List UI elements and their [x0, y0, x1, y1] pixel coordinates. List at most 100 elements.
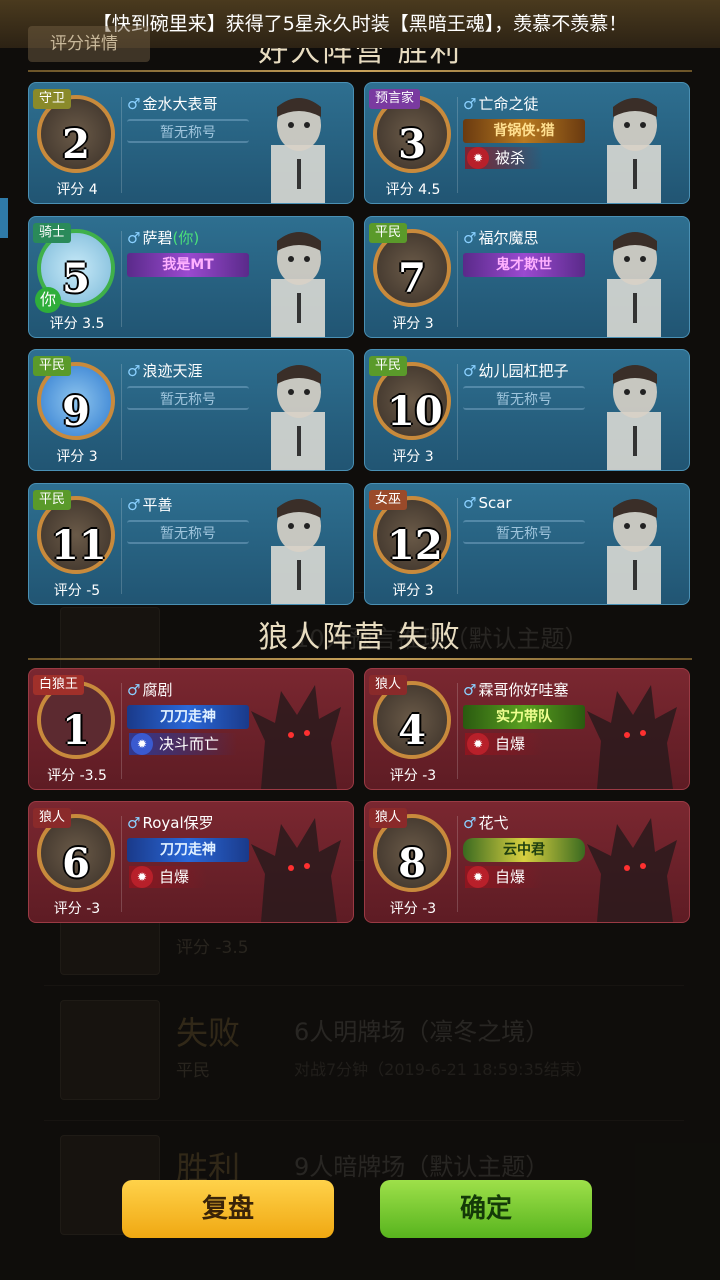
card-separator	[457, 816, 458, 912]
score-label: 评分	[392, 583, 421, 599]
player-name-text: 福尔魔思	[478, 229, 539, 247]
player-name-text: 霖哥你好哇塞	[478, 681, 569, 699]
player-name: ♂ Scar	[463, 494, 512, 512]
card-separator	[121, 231, 122, 327]
player-card[interactable]: 平民 9 评分 3 ♂ 浪迹天涯 暂无称号	[28, 349, 354, 471]
death-label: 自爆	[495, 868, 526, 886]
death-icon: ✹	[467, 866, 489, 888]
role-tag: 平民	[369, 356, 408, 376]
card-separator	[121, 364, 122, 460]
player-title-badge: 刀刀走神	[127, 705, 249, 729]
confirm-button[interactable]: 确定	[380, 1180, 592, 1238]
player-card[interactable]: 骑士 5 你评分 3.5 ♂ 萨碧(你) 我是MT	[28, 216, 354, 338]
player-name-text: 花弋	[478, 814, 509, 832]
player-card[interactable]: 平民 10 评分 3 ♂ 幼儿园杠把子 暂无称号	[364, 349, 690, 471]
player-card[interactable]: 狼人 8 评分 -3 ♂ 花弋 云中君 ✹ 自爆	[364, 801, 690, 923]
you-badge: 你	[35, 287, 61, 313]
score-label: 评分	[392, 316, 421, 332]
card-separator	[457, 683, 458, 779]
seat-number: 3	[398, 121, 426, 168]
male-icon: ♂	[127, 814, 141, 832]
side-edge-tab[interactable]	[0, 198, 8, 238]
player-score: 评分 -3	[365, 898, 461, 918]
role-portrait-image	[577, 486, 685, 604]
score-value: 3	[424, 583, 434, 599]
player-score: 评分 3	[29, 446, 125, 466]
player-card[interactable]: 白狼王 1 评分 -3.5 ♂ 腐剧 刀刀走神 ✹ 决斗而亡	[28, 668, 354, 790]
male-icon: ♂	[127, 681, 141, 699]
death-icon: ✹	[467, 733, 489, 755]
role-portrait-image	[577, 352, 685, 470]
seat-number: 7	[398, 255, 426, 302]
score-value: 4.5	[418, 182, 441, 198]
player-card[interactable]: 狼人 6 评分 -3 ♂ Royal保罗 刀刀走神 ✹ 自爆	[28, 801, 354, 923]
good-camp-divider	[28, 70, 692, 72]
player-score: 评分 3	[365, 313, 461, 333]
score-label: 评分	[56, 449, 85, 465]
player-score: 评分 3.5	[29, 313, 125, 333]
player-score: 评分 3	[365, 580, 461, 600]
player-card[interactable]: 女巫 12 评分 3 ♂ Scar 暂无称号	[364, 483, 690, 605]
player-name: ♂ 幼儿园杠把子	[463, 360, 568, 381]
role-portrait-image	[577, 671, 685, 789]
player-name-text: 金水大表哥	[142, 95, 218, 113]
card-separator	[457, 364, 458, 460]
role-tag: 狼人	[369, 808, 408, 828]
player-name-text: Royal保罗	[142, 814, 214, 832]
male-icon: ♂	[463, 362, 477, 380]
score-detail-tab[interactable]: 评分详情	[28, 26, 150, 62]
player-title-badge: 背锅侠·猎	[463, 119, 585, 143]
player-name-text: 腐剧	[142, 681, 173, 699]
role-tag: 守卫	[33, 89, 72, 109]
player-card[interactable]: 平民 7 评分 3 ♂ 福尔魔思 鬼才欺世	[364, 216, 690, 338]
death-label: 被杀	[495, 149, 526, 167]
player-name: ♂ 霖哥你好哇塞	[463, 679, 568, 700]
score-label: 评分	[385, 182, 414, 198]
score-label: 评分	[47, 768, 76, 784]
player-name-text: 平善	[142, 496, 173, 514]
male-icon: ♂	[127, 95, 141, 113]
male-icon: ♂	[463, 814, 477, 832]
score-label: 评分	[389, 901, 418, 917]
seat-number: 8	[398, 840, 426, 887]
seat-number: 2	[62, 121, 90, 168]
player-name-text: Scar	[478, 494, 512, 512]
player-name: ♂ 福尔魔思	[463, 227, 538, 248]
card-separator	[121, 498, 122, 594]
player-name: ♂ 亡命之徒	[463, 93, 538, 114]
player-score: 评分 -3.5	[29, 765, 125, 785]
seat-number: 11	[51, 522, 107, 569]
wolf-camp-divider	[28, 658, 692, 660]
role-portrait-image	[241, 219, 349, 337]
death-icon: ✹	[131, 866, 153, 888]
player-name-text: 浪迹天涯	[142, 362, 203, 380]
replay-button[interactable]: 复盘	[122, 1180, 334, 1238]
player-name: ♂ 花弋	[463, 812, 508, 833]
role-portrait-image	[241, 671, 349, 789]
player-score: 评分 4.5	[365, 179, 461, 199]
card-separator	[457, 498, 458, 594]
score-label: 评分	[49, 316, 78, 332]
player-card[interactable]: 守卫 2 评分 4 ♂ 金水大表哥 暂无称号	[28, 82, 354, 204]
death-icon: ✹	[131, 733, 153, 755]
player-title-badge: 暂无称号	[463, 520, 585, 544]
player-title-badge: 暂无称号	[127, 520, 249, 544]
role-tag: 骑士	[33, 223, 72, 243]
role-tag: 狼人	[369, 675, 408, 695]
player-card[interactable]: 平民 11 评分 -5 ♂ 平善 暂无称号	[28, 483, 354, 605]
role-portrait-image	[577, 85, 685, 203]
role-tag: 平民	[369, 223, 408, 243]
male-icon: ♂	[127, 229, 141, 247]
player-name: ♂ 浪迹天涯	[127, 360, 202, 381]
player-name-text: 幼儿园杠把子	[478, 362, 569, 380]
score-label: 评分	[53, 901, 82, 917]
role-tag: 白狼王	[33, 675, 85, 695]
player-card[interactable]: 预言家 3 评分 4.5 ♂ 亡命之徒 背锅侠·猎 ✹ 被杀	[364, 82, 690, 204]
male-icon: ♂	[463, 494, 477, 512]
death-status: ✹ 自爆	[465, 866, 544, 888]
player-name: ♂ 金水大表哥	[127, 93, 217, 114]
death-status: ✹ 自爆	[465, 733, 544, 755]
role-portrait-image	[241, 352, 349, 470]
player-card[interactable]: 狼人 4 评分 -3 ♂ 霖哥你好哇塞 实力带队 ✹ 自爆	[364, 668, 690, 790]
player-score: 评分 -5	[29, 580, 125, 600]
